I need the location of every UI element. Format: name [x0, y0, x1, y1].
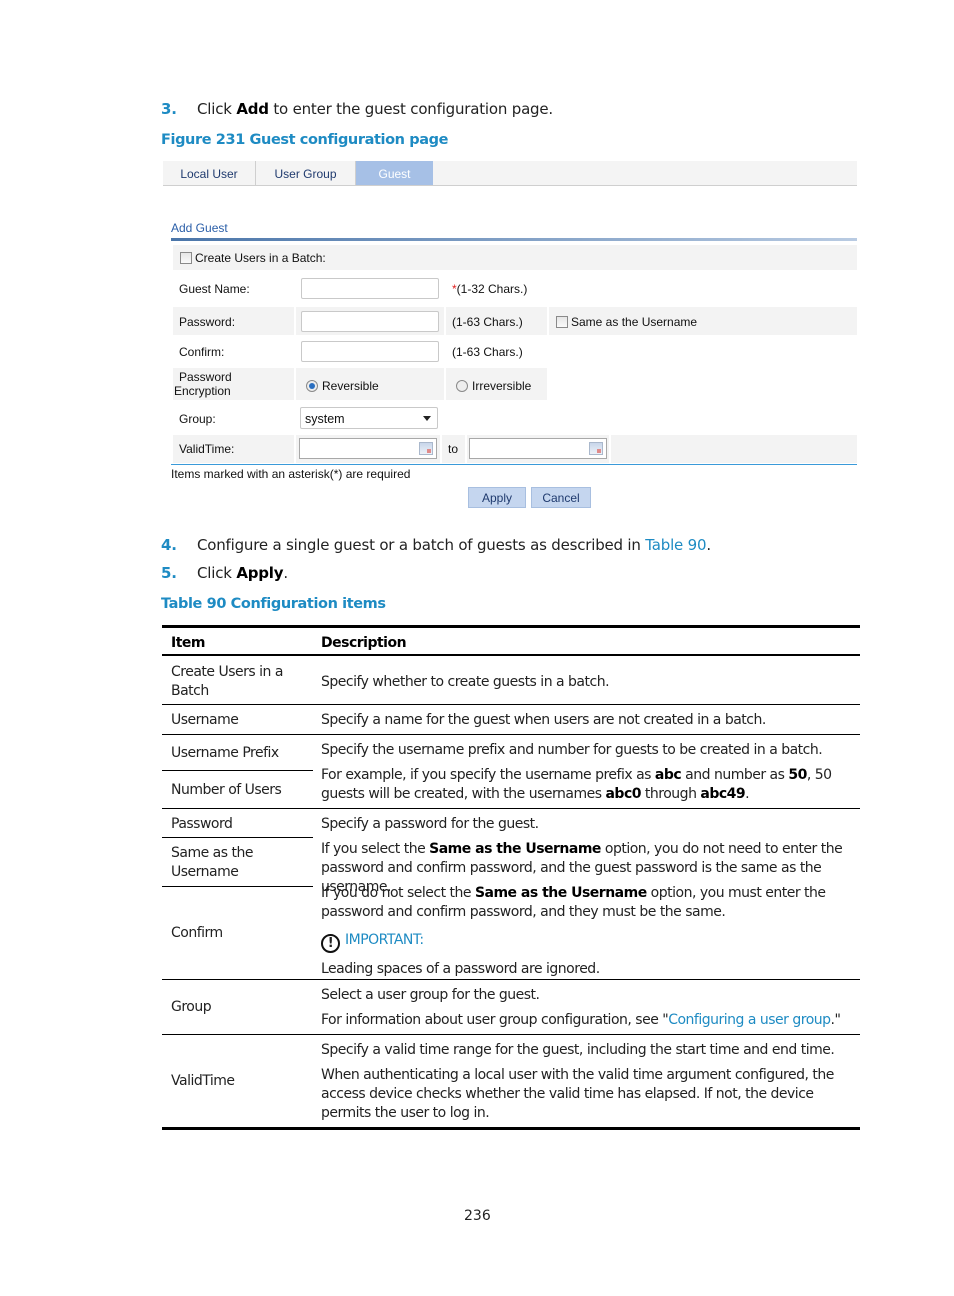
table-row-group-desc1: Select a user group for the guest. [321, 987, 540, 1003]
tab-bar: Local User User Group Guest [163, 161, 857, 186]
guest-name-hint: *(1-32 Chars.) [452, 282, 528, 296]
radio-reversible[interactable]: Reversible [306, 379, 379, 393]
table-top-rule [162, 625, 860, 628]
step-number: 3. [161, 100, 177, 118]
calendar-icon[interactable] [589, 442, 603, 455]
row-divider [162, 886, 313, 887]
table-row-confirm-item: Confirm [171, 925, 223, 941]
validtime-spacer-cell [611, 435, 857, 463]
required-note: Items marked with an asterisk(*) are req… [171, 467, 411, 481]
step-number: 5. [161, 564, 177, 582]
row-divider [162, 808, 860, 809]
table-header-item: Item [171, 635, 205, 651]
row-divider [162, 704, 860, 705]
apply-button[interactable]: Apply [468, 487, 526, 508]
group-select[interactable]: system [300, 407, 438, 429]
row-divider [162, 1034, 860, 1035]
important-note: Leading spaces of a password are ignored… [321, 961, 600, 977]
row-divider [162, 734, 860, 735]
table-row-username-desc: Specify a name for the guest when users … [321, 712, 766, 728]
confirm-input[interactable] [301, 341, 439, 362]
calendar-icon[interactable] [419, 442, 433, 455]
row-divider [162, 837, 313, 838]
group-label: Group: [179, 412, 216, 426]
validtime-to-label: to [448, 442, 459, 456]
page-number: 236 [464, 1208, 491, 1224]
form-bottom-divider [171, 464, 857, 465]
batch-checkbox-field[interactable]: Create Users in a Batch: [180, 251, 326, 265]
step-number: 4. [161, 536, 177, 554]
step-3: 3. Click Add to enter the guest configura… [161, 100, 553, 118]
tab-local-user[interactable]: Local User [163, 161, 256, 185]
table-90-link[interactable]: Table 90 [645, 536, 706, 554]
chevron-down-icon [423, 416, 431, 421]
step-4: 4. Configure a single guest or a batch of… [161, 536, 711, 554]
table-row-validtime-desc2: When authenticating a local user with th… [321, 1067, 834, 1121]
radio-irreversible-button[interactable] [456, 380, 468, 392]
tab-user-group[interactable]: User Group [256, 161, 356, 185]
table-row-number-desc: For example, if you specify the username… [321, 767, 832, 802]
same-as-username-label: Same as the Username [571, 315, 698, 329]
password-hint: (1-63 Chars.) [452, 315, 523, 329]
table-caption: Table 90 Configuration items [161, 596, 386, 612]
confirm-label: Confirm: [179, 345, 225, 359]
guest-name-label: Guest Name: [179, 282, 250, 296]
password-label: Password: [179, 315, 236, 329]
important-icon: ! [321, 934, 340, 953]
table-row-same-item: Same as the Username [171, 845, 253, 880]
important-label: IMPORTANT: [345, 932, 424, 948]
table-row-password-desc: Specify a password for the guest. [321, 816, 539, 832]
table-row-validtime-desc1: Specify a valid time range for the guest… [321, 1042, 835, 1058]
table-row-batch-item: Create Users in a Batch [171, 664, 283, 699]
row-divider [162, 770, 313, 771]
table-bottom-rule [162, 1127, 860, 1130]
section-divider [171, 238, 857, 241]
validtime-from-input[interactable] [299, 438, 437, 459]
guest-name-input[interactable] [301, 278, 439, 299]
radio-reversible-button[interactable] [306, 380, 318, 392]
batch-checkbox[interactable] [180, 252, 192, 264]
step-5: 5. Click Apply. [161, 564, 288, 582]
radio-irreversible[interactable]: Irreversible [456, 379, 531, 393]
table-row-prefix-item: Username Prefix [171, 745, 279, 761]
table-row-number-item: Number of Users [171, 782, 282, 798]
row-divider [162, 979, 860, 980]
table-row-confirm-desc: If you do not select the Same as the Use… [321, 885, 826, 920]
table-header-description: Description [321, 635, 407, 651]
table-row-prefix-desc: Specify the username prefix and number f… [321, 742, 823, 758]
validtime-to-input[interactable] [469, 438, 607, 459]
figure-caption: Figure 231 Guest configuration page [161, 132, 449, 148]
validtime-label: ValidTime: [179, 442, 235, 456]
table-row-group-desc2: For information about user group configu… [321, 1012, 841, 1028]
tab-guest[interactable]: Guest [356, 161, 433, 185]
cancel-button[interactable]: Cancel [531, 487, 591, 508]
password-input[interactable] [301, 311, 439, 332]
confirm-hint: (1-63 Chars.) [452, 345, 523, 359]
group-select-value: system [305, 412, 345, 426]
table-row-group-item: Group [171, 999, 212, 1015]
same-as-username-checkbox[interactable] [556, 316, 568, 328]
table-row-validtime-item: ValidTime [171, 1073, 235, 1089]
same-as-username-field[interactable]: Same as the Username [556, 315, 697, 329]
table-row-username-item: Username [171, 712, 239, 728]
configuring-user-group-link[interactable]: Configuring a user group [668, 1012, 831, 1028]
table-row-password-item: Password [171, 816, 233, 832]
batch-label: Create Users in a Batch: [195, 251, 326, 265]
important-notice: ! IMPORTANT: [321, 931, 424, 953]
table-row-batch-desc: Specify whether to create guests in a ba… [321, 674, 610, 690]
section-title: Add Guest [171, 221, 228, 235]
encryption-label: Password Encryption [174, 370, 232, 398]
table-header-rule [162, 654, 860, 656]
